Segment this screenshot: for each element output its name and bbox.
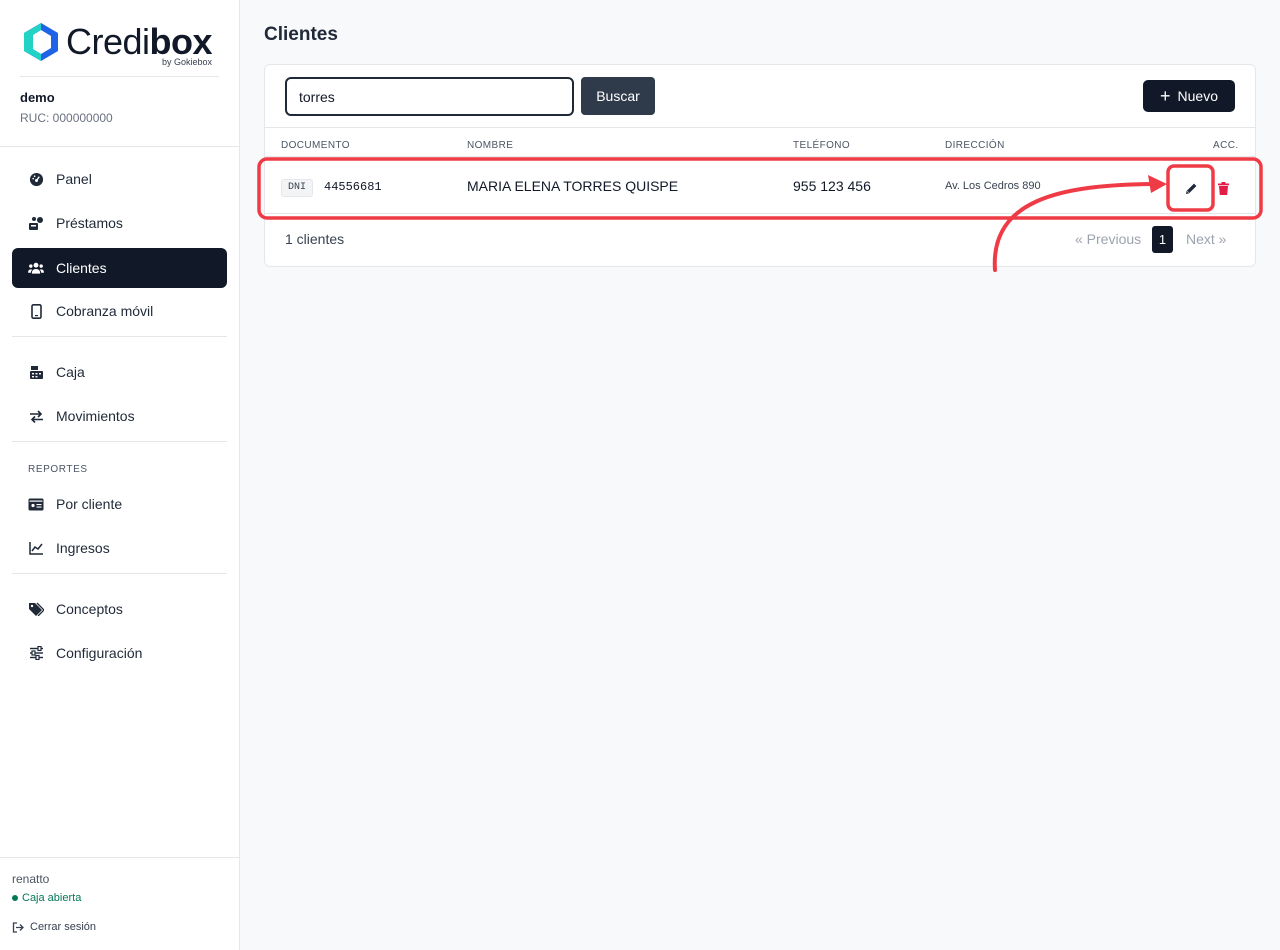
pagination-next[interactable]: Next » xyxy=(1186,231,1226,247)
logo-tagline: by Gokiebox xyxy=(162,57,213,67)
logo-word-light: Credi xyxy=(66,21,150,62)
table-row[interactable]: DNI 44556681 MARIA ELENA TORRES QUISPE 9… xyxy=(265,158,1255,214)
delete-button[interactable] xyxy=(1215,180,1231,196)
column-header-nombre[interactable]: NOMBRE xyxy=(467,140,513,151)
sidebar-item-prestamos[interactable]: Préstamos xyxy=(12,203,227,243)
cash-register-icon xyxy=(28,364,44,380)
credibox-logo[interactable]: Credibox by Gokiebox xyxy=(20,20,213,68)
pagination-previous[interactable]: « Previous xyxy=(1075,231,1141,247)
sidebar-item-label: Conceptos xyxy=(56,601,123,617)
caja-status-label: Caja abierta xyxy=(22,892,82,904)
section-label-reportes: REPORTES xyxy=(28,464,88,475)
column-header-acciones: ACC. xyxy=(1213,140,1239,151)
sidebar-item-label: Cobranza móvil xyxy=(56,303,154,319)
users-icon xyxy=(28,260,44,276)
divider xyxy=(12,441,227,442)
divider xyxy=(20,76,219,77)
table-header: DOCUMENTO NOMBRE TELÉFONO DIRECCIÓN ACC. xyxy=(265,127,1255,157)
sidebar-item-configuracion[interactable]: Configuración xyxy=(12,633,227,673)
sidebar-item-label: Ingresos xyxy=(56,540,110,556)
sidebar-item-label: Caja xyxy=(56,364,85,380)
chart-line-icon xyxy=(28,540,44,556)
sidebar-item-cobranza-movil[interactable]: Cobranza móvil xyxy=(12,291,227,331)
search-button[interactable]: Buscar xyxy=(581,77,655,115)
column-header-telefono[interactable]: TELÉFONO xyxy=(793,140,850,151)
logo-word-bold: box xyxy=(149,21,213,62)
sidebar-item-caja[interactable]: Caja xyxy=(12,352,227,392)
sidebar-item-conceptos[interactable]: Conceptos xyxy=(12,589,227,629)
client-name: MARIA ELENA TORRES QUISPE xyxy=(467,178,679,194)
sidebar-item-label: Por cliente xyxy=(56,496,123,512)
sidebar-item-movimientos[interactable]: Movimientos xyxy=(12,396,227,436)
column-header-direccion[interactable]: DIRECCIÓN xyxy=(945,140,1005,151)
user-name: renatto xyxy=(12,872,50,886)
divider xyxy=(0,146,239,147)
pagination-page-current[interactable]: 1 xyxy=(1152,226,1173,253)
divider xyxy=(12,336,227,337)
logout-link[interactable]: Cerrar sesión xyxy=(12,921,96,933)
new-client-label: Nuevo xyxy=(1177,88,1218,104)
mobile-icon xyxy=(28,303,44,319)
clients-card: Buscar + Nuevo DOCUMENTO NOMBRE TELÉFONO… xyxy=(264,64,1256,267)
sidebar-item-ingresos[interactable]: Ingresos xyxy=(12,528,227,568)
tags-icon xyxy=(28,601,44,617)
logout-icon xyxy=(12,921,24,933)
caja-status: Caja abierta xyxy=(12,892,81,904)
search-input[interactable] xyxy=(285,77,574,116)
divider xyxy=(12,573,227,574)
doc-number: 44556681 xyxy=(324,180,382,194)
org-name: demo xyxy=(20,90,55,105)
transfer-icon xyxy=(28,408,44,424)
plus-icon: + xyxy=(1160,86,1171,106)
doc-type-badge: DNI xyxy=(281,179,314,197)
logout-label: Cerrar sesión xyxy=(30,921,97,933)
sidebar-footer: renatto Caja abierta Cerrar sesión xyxy=(0,857,239,950)
org-info: demo RUC: 000000000 xyxy=(20,90,113,125)
results-count: 1 clientes xyxy=(285,231,345,247)
loans-icon xyxy=(28,215,44,231)
sidebar-item-label: Panel xyxy=(56,171,92,187)
sliders-icon xyxy=(28,645,44,661)
credibox-logo-mark xyxy=(24,23,58,61)
sidebar-item-panel[interactable]: Panel xyxy=(12,159,227,199)
client-address: Av. Los Cedros 890 xyxy=(945,180,1041,192)
trash-icon xyxy=(1217,181,1229,195)
page-title: Clientes xyxy=(264,24,338,45)
sidebar-item-clientes[interactable]: Clientes xyxy=(12,248,227,288)
new-client-button[interactable]: + Nuevo xyxy=(1143,80,1235,112)
dashboard-icon xyxy=(28,171,44,187)
status-dot-icon xyxy=(12,895,18,901)
org-ruc: RUC: 000000000 xyxy=(20,111,113,125)
sidebar-item-label: Préstamos xyxy=(56,215,123,231)
client-phone: 955 123 456 xyxy=(793,178,871,194)
edit-button[interactable] xyxy=(1183,180,1199,196)
sidebar-item-por-cliente[interactable]: Por cliente xyxy=(12,484,227,524)
sidebar-item-label: Clientes xyxy=(56,260,107,276)
sidebar-item-label: Configuración xyxy=(56,645,143,661)
sidebar-item-label: Movimientos xyxy=(56,408,135,424)
logo-wordmark: Credibox by Gokiebox xyxy=(66,21,213,68)
id-card-icon xyxy=(28,496,44,512)
sidebar: Credibox by Gokiebox demo RUC: 000000000… xyxy=(0,0,240,950)
pencil-icon xyxy=(1185,183,1196,194)
column-header-documento[interactable]: DOCUMENTO xyxy=(281,140,350,151)
